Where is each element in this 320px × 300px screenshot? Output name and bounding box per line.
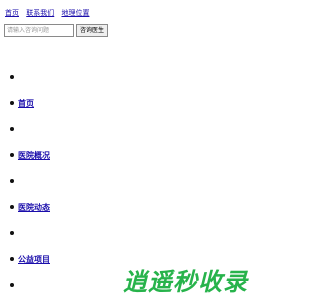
nav-item-public-welfare[interactable]: 公益项目 [10,252,50,266]
nav-item-empty [10,278,18,292]
bullet-icon [10,283,14,287]
nav-item-empty [10,122,18,136]
nav-item-hospital-news[interactable]: 医院动态 [10,200,50,214]
nav-item-empty [10,70,18,84]
nav-link-public-welfare[interactable]: 公益项目 [18,254,50,265]
nav-link-hospital-overview[interactable]: 医院概况 [18,150,50,161]
nav-item-empty [10,226,18,240]
nav-item-empty [10,174,18,188]
bullet-icon [10,75,14,79]
watermark-logo: 逍遥秒收录 [123,268,248,296]
bullet-icon [10,179,14,183]
nav-item-home[interactable]: 首页 [10,96,34,110]
top-link-location[interactable]: 地理位置 [61,9,89,17]
bullet-icon [10,205,14,209]
bullet-icon [10,153,14,157]
consult-doctor-button[interactable]: 咨询医生 [76,24,109,37]
top-link-home[interactable]: 首页 [5,9,19,17]
bullet-icon [10,231,14,235]
bullet-icon [10,257,14,261]
nav-link-hospital-news[interactable]: 医院动态 [18,202,50,213]
search-bar: 咨询医生 [4,24,109,37]
search-input[interactable] [4,24,74,37]
top-link-contact[interactable]: 联系我们 [26,9,54,17]
bullet-icon [10,127,14,131]
nav-item-hospital-overview[interactable]: 医院概况 [10,148,50,162]
bullet-icon [10,101,14,105]
nav-link-home[interactable]: 首页 [18,98,34,109]
top-links: 首页 联系我们 地理位置 [5,8,94,18]
